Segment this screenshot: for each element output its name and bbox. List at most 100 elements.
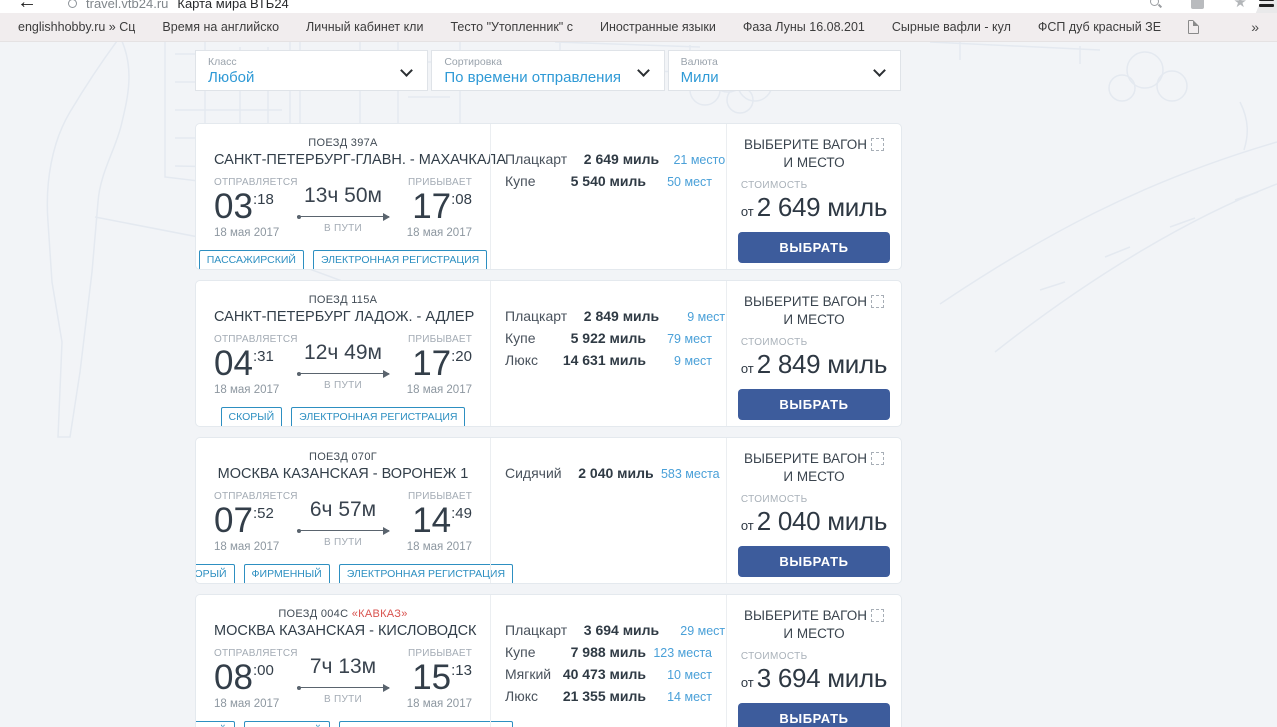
bookmark-item[interactable]: englishhobby.ru » Сц [18,20,135,34]
filter-class-select[interactable]: Класс Любой [195,50,428,91]
cost-label: СТОИМОСТЬ [741,180,887,191]
page-document-icon[interactable] [1188,20,1199,34]
seat-class-seats-link[interactable]: 79 мест [646,332,712,346]
extension-icon[interactable] [1191,0,1204,9]
depart-time: 04:31 [214,346,286,381]
seat-class-seats-link[interactable]: 9 мест [659,310,725,324]
site-info-icon[interactable] [68,0,77,8]
seat-class-seats-link[interactable]: 50 мест [646,175,712,189]
cost-label: СТОИМОСТЬ [741,494,887,505]
bookmark-item[interactable]: Сырные вафли - кул [892,20,1011,34]
seat-classes-column: Плацкарт 2 649 миль 21 место Купе 5 540 … [490,124,726,269]
route-arrow-icon [297,530,389,531]
seat-class-seats-link[interactable]: 29 мест [659,624,725,638]
bookmarks-overflow-icon[interactable]: » [1251,19,1259,35]
depart-time: 03:18 [214,189,286,224]
filter-label: Класс [208,56,393,68]
bookmark-star-icon[interactable]: ★ [1234,0,1247,10]
selection-column: ВЫБЕРИТЕ ВАГОН И МЕСТО СТОИМОСТЬ от2 849… [726,281,901,426]
seat-class-seats-link[interactable]: 583 места [654,467,720,481]
train-info-column: ПОЕЗД 004С «КАВКАЗ» МОСКВА КАЗАНСКАЯ - К… [196,595,490,727]
selection-column: ВЫБЕРИТЕ ВАГОН И МЕСТО СТОИМОСТЬ от3 694… [726,595,901,727]
filter-label: Сортировка [444,56,629,68]
bookmark-item[interactable]: Тесто "Утопленник" с [450,20,573,34]
seat-class-price: 2 040 миль [562,465,654,481]
browser-menu-icon[interactable] [1259,0,1274,10]
seat-class-price: 5 540 миль [554,173,646,189]
train-tags: СКОРЫЙ ФИРМЕННЫЙ ЭЛЕКТРОННАЯ РЕГИСТРАЦИЯ [214,721,472,727]
choose-wagon-title-2: И МЕСТО [737,468,891,486]
arrive-time: 15:13 [400,660,472,695]
train-route: САНКТ-ПЕТЕРБУРГ-ГЛАВН. - МАХАЧКАЛА [214,152,472,168]
chevron-down-icon [873,64,886,77]
trip-duration: 13ч 50м [296,184,390,208]
select-button[interactable]: ВЫБРАТЬ [738,232,890,263]
depart-date: 18 мая 2017 [214,541,286,553]
select-button[interactable]: ВЫБРАТЬ [738,389,890,420]
seat-class-name: Сидячий [505,465,562,481]
choose-wagon-title-2: И МЕСТО [737,625,891,643]
route-arrow-icon [297,373,389,374]
back-icon[interactable]: ← [17,0,37,13]
bookmark-item[interactable]: ФСП дуб красный ЗЕ [1038,20,1161,34]
seat-class-row: Люкс 14 631 миль 9 мест [505,352,712,368]
broken-image-icon [871,452,884,465]
seat-class-name: Купе [505,330,554,346]
select-button[interactable]: ВЫБРАТЬ [738,703,890,727]
address-url: travel.vtb24.ru [86,0,168,11]
seat-class-seats-link[interactable]: 9 мест [646,354,712,368]
train-tag: СКОРЫЙ [221,407,283,427]
seat-class-name: Купе [505,644,554,660]
filter-value: Мили [681,69,866,86]
bookmark-item[interactable]: Время на английско [162,20,279,34]
train-info-column: ПОЕЗД 070Г МОСКВА КАЗАНСКАЯ - ВОРОНЕЖ 1 … [196,438,490,583]
seat-class-price: 2 649 миль [567,151,659,167]
train-card: ПОЕЗД 115А САНКТ-ПЕТЕРБУРГ ЛАДОЖ. - АДЛЕ… [195,280,902,427]
bookmark-item[interactable]: Иностранные языки [600,20,716,34]
arrive-time: 14:49 [400,503,472,538]
trip-duration: 6ч 57м [296,498,390,522]
seat-class-seats-link[interactable]: 21 место [659,153,725,167]
select-button[interactable]: ВЫБРАТЬ [738,546,890,577]
trip-duration: 12ч 49м [296,341,390,365]
choose-wagon-title: ВЫБЕРИТЕ ВАГОН [737,293,891,311]
train-route: МОСКВА КАЗАНСКАЯ - ВОРОНЕЖ 1 [214,466,472,482]
seat-class-name: Люкс [505,688,554,704]
train-number: ПОЕЗД 004С «КАВКАЗ» [214,608,472,620]
seat-class-row: Сидячий 2 040 миль 583 места [505,465,712,481]
browser-address-row: ← travel.vtb24.ru Карта мира ВТБ24 ★ [0,0,1277,13]
seat-class-row: Плацкарт 3 694 миль 29 мест [505,622,712,638]
train-name-accent: «КАВКАЗ» [352,608,408,620]
bookmark-item[interactable]: Фаза Луны 16.08.201 [743,20,865,34]
arrive-date: 18 мая 2017 [400,541,472,553]
seat-class-seats-link[interactable]: 123 места [646,646,712,660]
train-results-list: ПОЕЗД 397А САНКТ-ПЕТЕРБУРГ-ГЛАВН. - МАХА… [195,123,902,727]
address-bar[interactable]: travel.vtb24.ru Карта мира ВТБ24 [68,0,289,11]
train-tag: ЭЛЕКТРОННАЯ РЕГИСТРАЦИЯ [339,721,513,727]
seat-class-row: Плацкарт 2 649 миль 21 место [505,151,712,167]
train-tag: СКОРЫЙ [195,721,235,727]
depart-date: 18 мая 2017 [214,384,286,396]
cost-label: СТОИМОСТЬ [741,651,887,662]
trip-duration: 7ч 13м [296,655,390,679]
search-icon[interactable] [1150,0,1161,8]
train-tag: ФИРМЕННЫЙ [244,721,330,727]
seat-class-price: 21 355 миль [554,688,646,704]
seat-class-seats-link[interactable]: 10 мест [646,668,712,682]
bookmark-item[interactable]: Личный кабинет кли [306,20,423,34]
choose-wagon-title: ВЫБЕРИТЕ ВАГОН [737,450,891,468]
min-price: от2 649 миль [741,192,887,223]
train-number: ПОЕЗД 115А [214,294,472,306]
seat-class-seats-link[interactable]: 14 мест [646,690,712,704]
filter-sort-select[interactable]: Сортировка По времени отправления [431,50,664,91]
seat-classes-column: Плацкарт 3 694 миль 29 мест Купе 7 988 м… [490,595,726,727]
seat-class-price: 5 922 миль [554,330,646,346]
filter-currency-select[interactable]: Валюта Мили [668,50,901,91]
choose-wagon-title-2: И МЕСТО [737,154,891,172]
timeline: ОТПРАВЛЯЕТСЯ 03:18 18 мая 2017 13ч 50м В… [214,177,472,239]
train-number: ПОЕЗД 397А [214,137,472,149]
filter-value: По времени отправления [444,69,629,86]
in-way-label: В ПУТИ [296,694,390,705]
in-way-label: В ПУТИ [296,223,390,234]
train-tag: ЭЛЕКТРОННАЯ РЕГИСТРАЦИЯ [339,564,513,584]
